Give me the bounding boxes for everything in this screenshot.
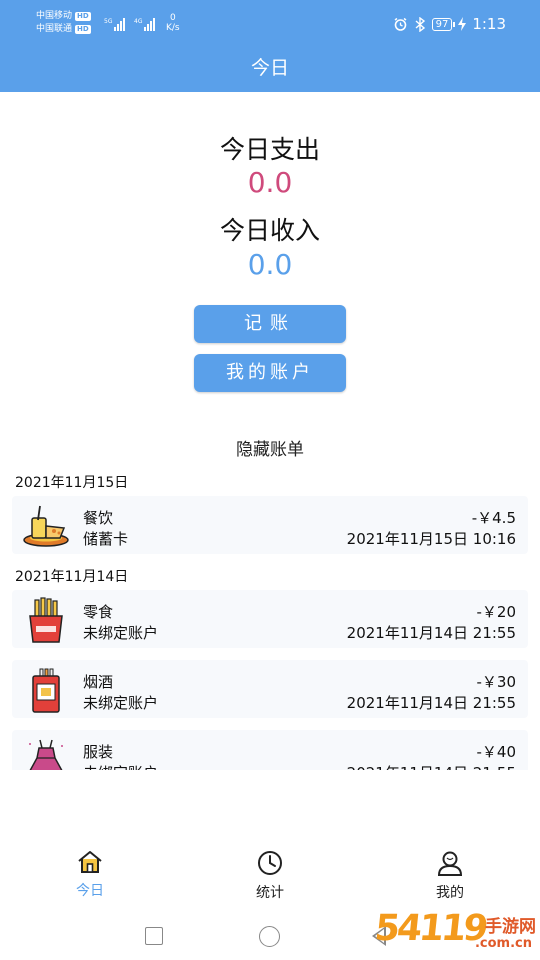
user-icon: [437, 851, 463, 876]
record-button[interactable]: 记账: [194, 305, 346, 343]
bill-category: 服装: [83, 743, 114, 761]
list-item[interactable]: 零食 未绑定账户 -￥20 2021年11月14日 21:55: [12, 590, 528, 648]
bill-time: 2021年11月14日 21:55: [346, 694, 516, 712]
bill-category: 烟酒: [83, 673, 114, 691]
nav-item-mine[interactable]: 我的: [390, 840, 510, 902]
bill-amount: -￥30: [476, 673, 517, 691]
speed-value: 0: [169, 13, 176, 23]
status-bar: 中国移动 HD 中国联通 HD 5G 4G 0 K/s 97 1:13: [0, 0, 540, 44]
bill-category: 餐饮: [83, 509, 114, 527]
income-label: 今日收入: [219, 216, 320, 245]
nav-label-stats: 统计: [256, 885, 284, 901]
bill-time: 2021年11月14日 21:55: [347, 762, 516, 770]
list-item[interactable]: 烟酒 未绑定账户 -￥30 2021年11月14日 21:55: [12, 660, 528, 718]
clock-icon: [258, 851, 282, 875]
nav-item-today[interactable]: 今日: [30, 840, 150, 900]
tobacco-alcohol-icon: [32, 668, 60, 713]
bill-amount: -￥4.5: [471, 509, 516, 527]
bluetooth-icon: [415, 16, 425, 32]
home-icon: [78, 851, 102, 873]
watermark-domain: .com.cn: [474, 936, 532, 951]
bill-list[interactable]: 2021年11月15日 餐饮 储蓄卡 -￥4.5 2021年11月15日 10:…: [0, 470, 540, 770]
bill-amount: -￥40: [476, 743, 517, 761]
bill-time: 2021年11月14日 21:55: [346, 624, 516, 642]
my-account-button[interactable]: 我的账户: [194, 354, 346, 392]
alarm-icon: [394, 17, 407, 31]
speed-unit: K/s: [166, 23, 180, 33]
carrier-2: 中国联通: [36, 24, 73, 34]
bill-time: 2021年11月15日 10:16: [346, 530, 516, 548]
network-speed: 0 K/s: [166, 13, 180, 33]
signal-icon: 5G 4G: [104, 18, 155, 31]
dining-icon: [23, 505, 69, 547]
date-header: 2021年11月15日: [15, 475, 129, 491]
list-item[interactable]: 服装 未绑定账户 -￥40 2021年11月14日 21:55: [12, 730, 528, 770]
carrier-info: 中国移动 HD 中国联通 HD: [36, 10, 91, 36]
bill-account: 储蓄卡: [83, 530, 129, 548]
svg-text:4G: 4G: [134, 18, 143, 25]
expense-value: 0.0: [247, 166, 293, 199]
status-right: 97 1:13: [393, 14, 506, 34]
recents-button[interactable]: [145, 927, 163, 945]
battery-icon: 97: [431, 17, 456, 31]
hd-badge: HD: [75, 12, 91, 21]
nav-label-today: 今日: [76, 883, 104, 899]
bottom-nav: 今日 统计 我的: [0, 840, 540, 910]
bill-account: 未绑定账户: [83, 624, 159, 642]
date-header: 2021年11月14日: [15, 569, 129, 585]
hidden-bill-toggle[interactable]: 隐藏账单: [0, 435, 540, 460]
watermark-number: 54119: [372, 908, 488, 949]
income-value: 0.0: [247, 248, 293, 281]
svg-text:5G: 5G: [104, 18, 113, 25]
carrier-1: 中国移动: [36, 11, 73, 21]
nav-item-stats[interactable]: 统计: [210, 840, 330, 902]
snacks-icon: [29, 597, 63, 643]
watermark-text: 手游网: [485, 917, 536, 937]
expense-label: 今日支出: [219, 135, 320, 164]
charging-icon: [458, 17, 467, 31]
clock-time: 1:13: [472, 15, 506, 33]
title-bar: 今日: [0, 44, 540, 92]
page-title: 今日: [250, 57, 289, 79]
clothing-icon: [29, 739, 63, 770]
list-item[interactable]: 餐饮 储蓄卡 -￥4.5 2021年11月15日 10:16: [12, 496, 528, 554]
hd-badge: HD: [75, 25, 91, 34]
home-button[interactable]: [259, 926, 280, 947]
bill-account: 未绑定账户: [83, 762, 158, 770]
bill-account: 未绑定账户: [83, 694, 159, 712]
bill-category: 零食: [83, 603, 114, 621]
nav-label-mine: 我的: [436, 885, 464, 901]
bill-amount: -￥20: [476, 603, 517, 621]
watermark-logo: 54119 手游网 .com.cn: [372, 908, 540, 960]
